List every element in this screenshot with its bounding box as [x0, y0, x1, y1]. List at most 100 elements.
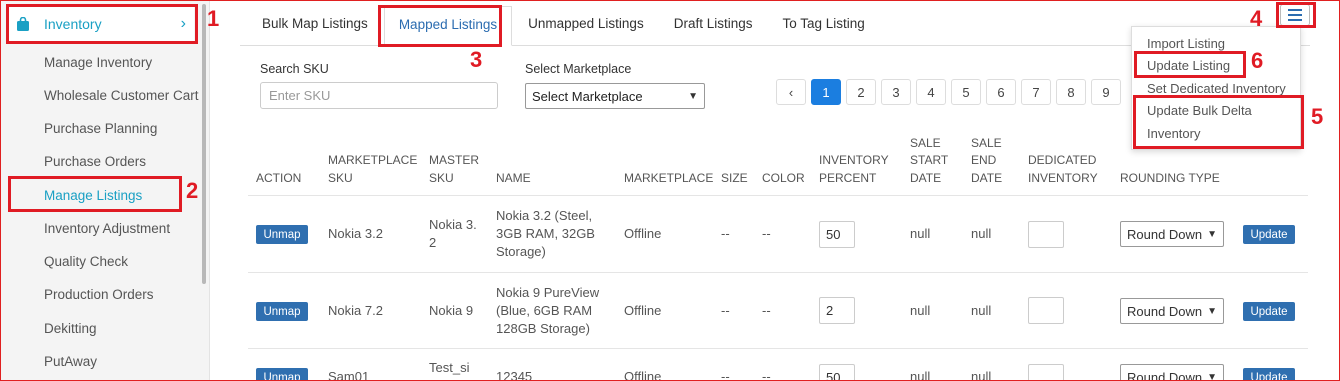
pagination: ‹ 1 2 3 4 5 6 7 8 9: [776, 79, 1121, 105]
unmap-button[interactable]: Unmap: [256, 368, 308, 381]
cell-size: --: [721, 369, 730, 381]
rounding-type-select[interactable]: Round Down ▼: [1120, 221, 1224, 247]
sidebar-item-quality-check[interactable]: Quality Check: [44, 254, 128, 269]
unmap-button[interactable]: Unmap: [256, 225, 308, 244]
th-sale-end-l3: DATE: [971, 171, 1003, 185]
rounding-type-value: Round Down: [1127, 226, 1203, 242]
menu-item-set-dedicated-inventory[interactable]: Set Dedicated Inventory: [1147, 81, 1286, 96]
sidebar-header-inventory[interactable]: Inventory ›: [8, 7, 194, 41]
inventory-percent-input[interactable]: 50: [819, 221, 855, 248]
sidebar-item-purchase-planning[interactable]: Purchase Planning: [44, 121, 157, 136]
cell-size: --: [721, 226, 730, 241]
cell-sale-start: null: [910, 303, 931, 318]
cell-sale-end: null: [971, 303, 992, 318]
cell-name-l1: Nokia 3.2 (Steel,: [496, 208, 593, 223]
sidebar: Inventory › Manage Inventory Wholesale C…: [0, 0, 210, 381]
page-button-6[interactable]: 6: [986, 79, 1016, 105]
cell-size: --: [721, 303, 730, 318]
annotation-number-6: 6: [1251, 48, 1264, 73]
annotation-number-3: 3: [470, 47, 483, 72]
th-sale-start-l1: SALE: [910, 136, 941, 150]
page-button-1[interactable]: 1: [811, 79, 841, 105]
table-row-divider: [248, 272, 1308, 273]
th-size: SIZE: [721, 171, 748, 185]
cell-sale-end: null: [971, 226, 992, 241]
tab-mapped-listings[interactable]: Mapped Listings: [383, 6, 513, 46]
sidebar-item-wholesale-customer-cart[interactable]: Wholesale Customer Cart: [44, 88, 199, 103]
sidebar-item-purchase-orders[interactable]: Purchase Orders: [44, 154, 146, 169]
tab-unmapped-listings[interactable]: Unmapped Listings: [514, 6, 658, 46]
page-button-4[interactable]: 4: [916, 79, 946, 105]
th-sale-end-l1: SALE: [971, 136, 1002, 150]
sidebar-item-manage-listings[interactable]: Manage Listings: [44, 188, 142, 203]
annotation-number-4: 4: [1250, 6, 1263, 31]
annotation-number-5: 5: [1311, 104, 1324, 129]
cell-name-l3: 128GB Storage): [496, 321, 590, 336]
search-sku-label: Search SKU: [260, 62, 329, 76]
th-color: COLOR: [762, 171, 805, 185]
page-prev-button[interactable]: ‹: [776, 79, 806, 105]
update-button[interactable]: Update: [1243, 225, 1295, 244]
th-dedicated-inventory-l1: DEDICATED: [1028, 153, 1097, 167]
cell-name-l2: 3GB RAM, 32GB: [496, 226, 595, 241]
cell-marketplace: Offline: [624, 303, 662, 318]
cell-marketplace-sku: Nokia 3.2: [328, 226, 383, 241]
unmap-button[interactable]: Unmap: [256, 302, 308, 321]
rounding-type-select[interactable]: Round Down ▼: [1120, 298, 1224, 324]
page-button-2[interactable]: 2: [846, 79, 876, 105]
sidebar-item-dekitting[interactable]: Dekitting: [44, 321, 97, 336]
th-name: NAME: [496, 171, 531, 185]
chevron-right-icon: ›: [180, 15, 186, 32]
sidebar-item-putaway[interactable]: PutAway: [44, 354, 97, 369]
table-header-divider: [248, 195, 1308, 196]
cell-name-l1: Nokia 9 PureView: [496, 285, 600, 300]
chevron-down-icon: ▼: [1207, 228, 1217, 240]
page-button-3[interactable]: 3: [881, 79, 911, 105]
page-button-9[interactable]: 9: [1091, 79, 1121, 105]
update-button[interactable]: Update: [1243, 302, 1295, 321]
tab-draft-listings[interactable]: Draft Listings: [660, 6, 767, 46]
rounding-type-select[interactable]: Round Down ▼: [1120, 364, 1224, 381]
cell-marketplace-sku: Sam01: [328, 369, 370, 381]
th-master-sku-l1: MASTER: [429, 153, 480, 167]
th-marketplace-sku-l1: MARKETPLACE: [328, 153, 418, 167]
marketplace-select-value: Select Marketplace: [532, 88, 643, 104]
inventory-percent-input[interactable]: 50: [819, 364, 855, 381]
th-dedicated-inventory-l2: INVENTORY: [1028, 171, 1098, 185]
dedicated-inventory-input[interactable]: [1028, 297, 1064, 324]
sidebar-item-production-orders[interactable]: Production Orders: [44, 287, 154, 302]
dedicated-inventory-input[interactable]: [1028, 221, 1064, 248]
cell-sale-start: null: [910, 369, 931, 381]
inventory-percent-input[interactable]: 2: [819, 297, 855, 324]
cell-sale-end: null: [971, 369, 992, 381]
th-marketplace-sku-l2: SKU: [328, 171, 353, 185]
cell-sale-start: null: [910, 226, 931, 241]
th-master-sku-l2: SKU: [429, 171, 454, 185]
actions-dropdown-menu: Import Listing Update Listing Set Dedica…: [1131, 26, 1301, 150]
tab-to-tag-listing[interactable]: To Tag Listing: [768, 6, 878, 46]
menu-item-import-listing[interactable]: Import Listing: [1147, 36, 1225, 51]
sidebar-item-manage-inventory[interactable]: Manage Inventory: [44, 55, 152, 70]
select-marketplace-label: Select Marketplace: [525, 62, 632, 76]
table-row-divider: [248, 348, 1308, 349]
cell-color: --: [762, 226, 771, 241]
search-sku-input[interactable]: Enter SKU: [260, 82, 498, 109]
dedicated-inventory-input[interactable]: [1028, 364, 1064, 381]
page-button-5[interactable]: 5: [951, 79, 981, 105]
update-button[interactable]: Update: [1243, 368, 1295, 381]
hamburger-menu-icon[interactable]: [1280, 4, 1310, 26]
page-button-7[interactable]: 7: [1021, 79, 1051, 105]
cell-master-sku-l1: Test_si: [429, 360, 470, 375]
cell-color: --: [762, 369, 771, 381]
menu-item-update-bulk-delta[interactable]: Update Bulk Delta: [1147, 103, 1252, 118]
menu-item-update-listing[interactable]: Update Listing: [1147, 58, 1230, 73]
menu-item-update-bulk-delta-line2[interactable]: Inventory: [1147, 126, 1200, 141]
tab-bulk-map-listings[interactable]: Bulk Map Listings: [248, 6, 382, 46]
page-button-8[interactable]: 8: [1056, 79, 1086, 105]
sidebar-item-inventory-adjustment[interactable]: Inventory Adjustment: [44, 221, 170, 236]
th-sale-end-l2: END: [971, 153, 997, 167]
cell-master-sku-l1: Nokia 3.: [429, 217, 477, 232]
sidebar-scrollbar[interactable]: [200, 0, 208, 290]
th-marketplace: MARKETPLACE: [624, 171, 714, 185]
marketplace-select[interactable]: Select Marketplace ▼: [525, 83, 705, 109]
